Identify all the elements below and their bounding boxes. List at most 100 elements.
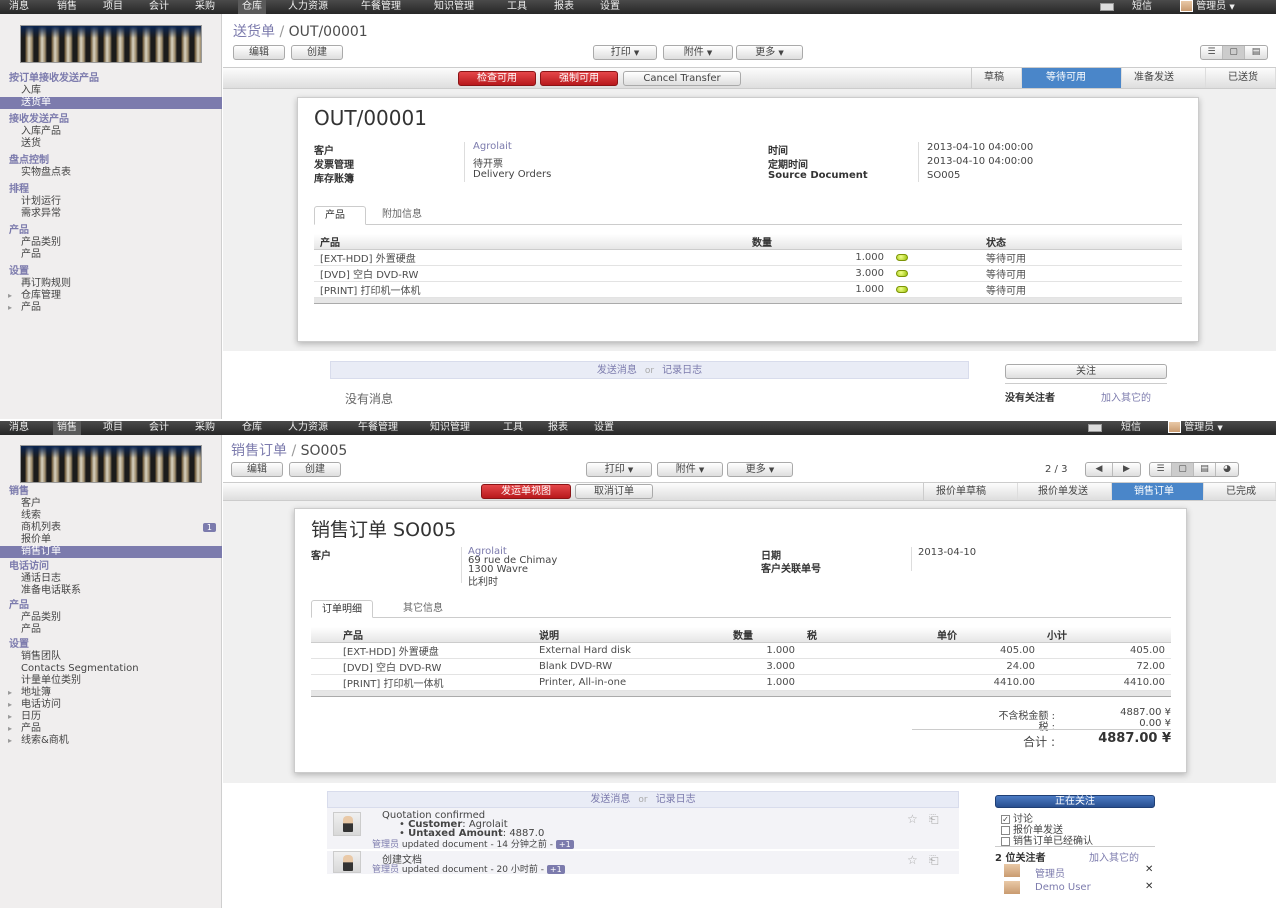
- add-followers-link[interactable]: 加入其它的: [1101, 389, 1151, 404]
- list-view-icon[interactable]: ☰: [1201, 46, 1223, 59]
- attachment-dropdown[interactable]: 附件 ▼: [663, 45, 733, 60]
- log-note-link[interactable]: 记录日志: [662, 365, 702, 376]
- reply-icon[interactable]: ⎗: [929, 812, 939, 827]
- vote-badge[interactable]: +1: [555, 840, 574, 849]
- menu-lunch[interactable]: 午餐管理: [358, 421, 398, 435]
- check-availability-button[interactable]: 检查可用: [458, 71, 536, 86]
- company-logo[interactable]: [20, 445, 202, 483]
- table-row[interactable]: [PRINT] 打印机一体机 1.000 等待可用: [314, 281, 1182, 298]
- table-row[interactable]: [EXT-HDD] 外置硬盘 1.000 等待可用: [314, 249, 1182, 266]
- messages-link[interactable]: 短信: [1121, 421, 1141, 435]
- reply-icon[interactable]: ⎗: [929, 853, 939, 868]
- col-quantity[interactable]: 数量: [727, 627, 801, 643]
- follower-name[interactable]: Demo User: [1035, 882, 1091, 893]
- following-button[interactable]: 正在关注: [995, 795, 1155, 808]
- star-icon[interactable]: ☆: [907, 853, 918, 867]
- more-dropdown[interactable]: 更多 ▼: [727, 462, 793, 477]
- sidebar-item-calendar[interactable]: 日历: [0, 711, 222, 723]
- sidebar-item-leads[interactable]: 线索: [0, 510, 222, 522]
- menu-warehouse[interactable]: 仓库: [242, 421, 262, 435]
- create-button[interactable]: 创建: [289, 462, 341, 477]
- menu-hr[interactable]: 人力资源: [288, 421, 328, 435]
- print-dropdown[interactable]: 打印 ▼: [586, 462, 652, 477]
- calendar-view-icon[interactable]: ▤: [1245, 46, 1267, 59]
- menu-sales[interactable]: 销售: [53, 421, 81, 435]
- add-followers-link[interactable]: 加入其它的: [1089, 849, 1139, 864]
- sidebar-item-scheduled-calls[interactable]: 准备电话联系: [0, 585, 222, 597]
- company-logo[interactable]: [20, 25, 202, 63]
- menu-settings[interactable]: 设置: [600, 0, 620, 14]
- follow-button[interactable]: 关注: [1005, 364, 1167, 379]
- sidebar-item-uom-categories[interactable]: 计量单位类别: [0, 675, 222, 687]
- send-message-link[interactable]: 发送消息: [597, 365, 637, 376]
- col-quantity[interactable]: 数量: [746, 234, 890, 250]
- menu-lunch[interactable]: 午餐管理: [361, 0, 401, 14]
- edit-button[interactable]: 编辑: [233, 45, 285, 60]
- table-row[interactable]: [EXT-HDD] 外置硬盘 External Hard disk 1.000 …: [311, 642, 1171, 659]
- sidebar-item-quotations[interactable]: 报价单: [0, 534, 222, 546]
- sidebar-item-deliveries[interactable]: 送货: [0, 138, 222, 150]
- cancel-order-button[interactable]: 取消订单: [575, 484, 653, 499]
- edit-button[interactable]: 编辑: [231, 462, 283, 477]
- breadcrumb-parent[interactable]: 销售订单: [231, 443, 287, 459]
- list-view-icon[interactable]: ☰: [1150, 463, 1172, 476]
- checkbox-icon[interactable]: [1001, 836, 1010, 846]
- menu-purchase[interactable]: 采购: [195, 421, 215, 435]
- menu-tools[interactable]: 工具: [507, 0, 527, 14]
- star-icon[interactable]: ☆: [907, 812, 918, 826]
- sidebar-item-products-config[interactable]: 产品: [0, 723, 222, 735]
- remove-follower-icon[interactable]: ✕: [1145, 864, 1153, 875]
- print-dropdown[interactable]: 打印 ▼: [593, 45, 657, 60]
- tab-other-info[interactable]: 其它信息: [393, 600, 453, 618]
- author-link[interactable]: 管理员: [372, 840, 399, 850]
- create-button[interactable]: 创建: [291, 45, 343, 60]
- menu-tools[interactable]: 工具: [503, 421, 523, 435]
- menu-hr[interactable]: 人力资源: [288, 0, 328, 14]
- calendar-view-icon[interactable]: ▤: [1194, 463, 1216, 476]
- force-availability-button[interactable]: 强制可用: [540, 71, 618, 86]
- menu-project[interactable]: 项目: [103, 421, 123, 435]
- menu-reports[interactable]: 报表: [554, 0, 574, 14]
- more-dropdown[interactable]: 更多 ▼: [736, 45, 803, 60]
- sidebar-item-opportunities[interactable]: 商机列表 1: [0, 522, 222, 534]
- menu-accounting[interactable]: 会计: [149, 0, 169, 14]
- sidebar-item-delivery-orders[interactable]: 送货单: [0, 97, 222, 109]
- mail-icon[interactable]: [1088, 424, 1102, 432]
- menu-messages[interactable]: 消息: [9, 0, 29, 14]
- sidebar-item-sales-teams[interactable]: 销售团队: [0, 651, 222, 663]
- cancel-transfer-button[interactable]: Cancel Transfer: [623, 71, 741, 86]
- tab-products[interactable]: 产品: [314, 206, 366, 225]
- tab-additional-info[interactable]: 附加信息: [372, 206, 432, 225]
- sidebar-item-inventory[interactable]: 实物盘点表: [0, 167, 222, 179]
- sidebar-item-leads-opps[interactable]: 线索&商机: [0, 735, 222, 747]
- customer-link[interactable]: Agrolait: [473, 141, 512, 152]
- previous-arrow-icon[interactable]: ◀: [1086, 463, 1113, 476]
- subtype-order-confirmed[interactable]: 销售订单已经确认: [1001, 832, 1093, 847]
- follower-name[interactable]: 管理员: [1035, 865, 1065, 880]
- sidebar-item-products-config[interactable]: 产品: [0, 302, 222, 314]
- col-subtotal[interactable]: 小计: [1041, 627, 1171, 643]
- messages-link[interactable]: 短信: [1132, 0, 1152, 14]
- menu-knowledge[interactable]: 知识管理: [430, 421, 470, 435]
- sidebar-item-sales-orders[interactable]: 销售订单: [0, 546, 222, 558]
- menu-warehouse[interactable]: 仓库: [238, 0, 266, 14]
- table-row[interactable]: [DVD] 空白 DVD-RW 3.000 等待可用: [314, 265, 1182, 282]
- mail-icon[interactable]: [1100, 3, 1114, 11]
- menu-project[interactable]: 项目: [103, 0, 123, 14]
- vote-badge[interactable]: +1: [546, 865, 565, 874]
- view-delivery-button[interactable]: 发运单视图: [481, 484, 571, 499]
- col-description[interactable]: 说明: [533, 627, 727, 643]
- breadcrumb-parent[interactable]: 送货单: [233, 24, 275, 40]
- sidebar-item-product-categories[interactable]: 产品类别: [0, 612, 222, 624]
- remove-follower-icon[interactable]: ✕: [1145, 881, 1153, 892]
- send-message-link[interactable]: 发送消息: [590, 794, 630, 805]
- col-taxes[interactable]: 税: [801, 627, 931, 643]
- sidebar-item-call-log[interactable]: 通话日志: [0, 573, 222, 585]
- form-view-icon[interactable]: ▢: [1172, 463, 1194, 476]
- user-menu[interactable]: 管理员 ▼: [1180, 0, 1235, 14]
- sidebar-item-products[interactable]: 产品: [0, 624, 222, 636]
- col-status[interactable]: 状态: [980, 234, 1182, 250]
- tab-order-lines[interactable]: 订单明细: [311, 600, 373, 618]
- col-product[interactable]: 产品: [314, 234, 746, 250]
- log-note-link[interactable]: 记录日志: [656, 794, 696, 805]
